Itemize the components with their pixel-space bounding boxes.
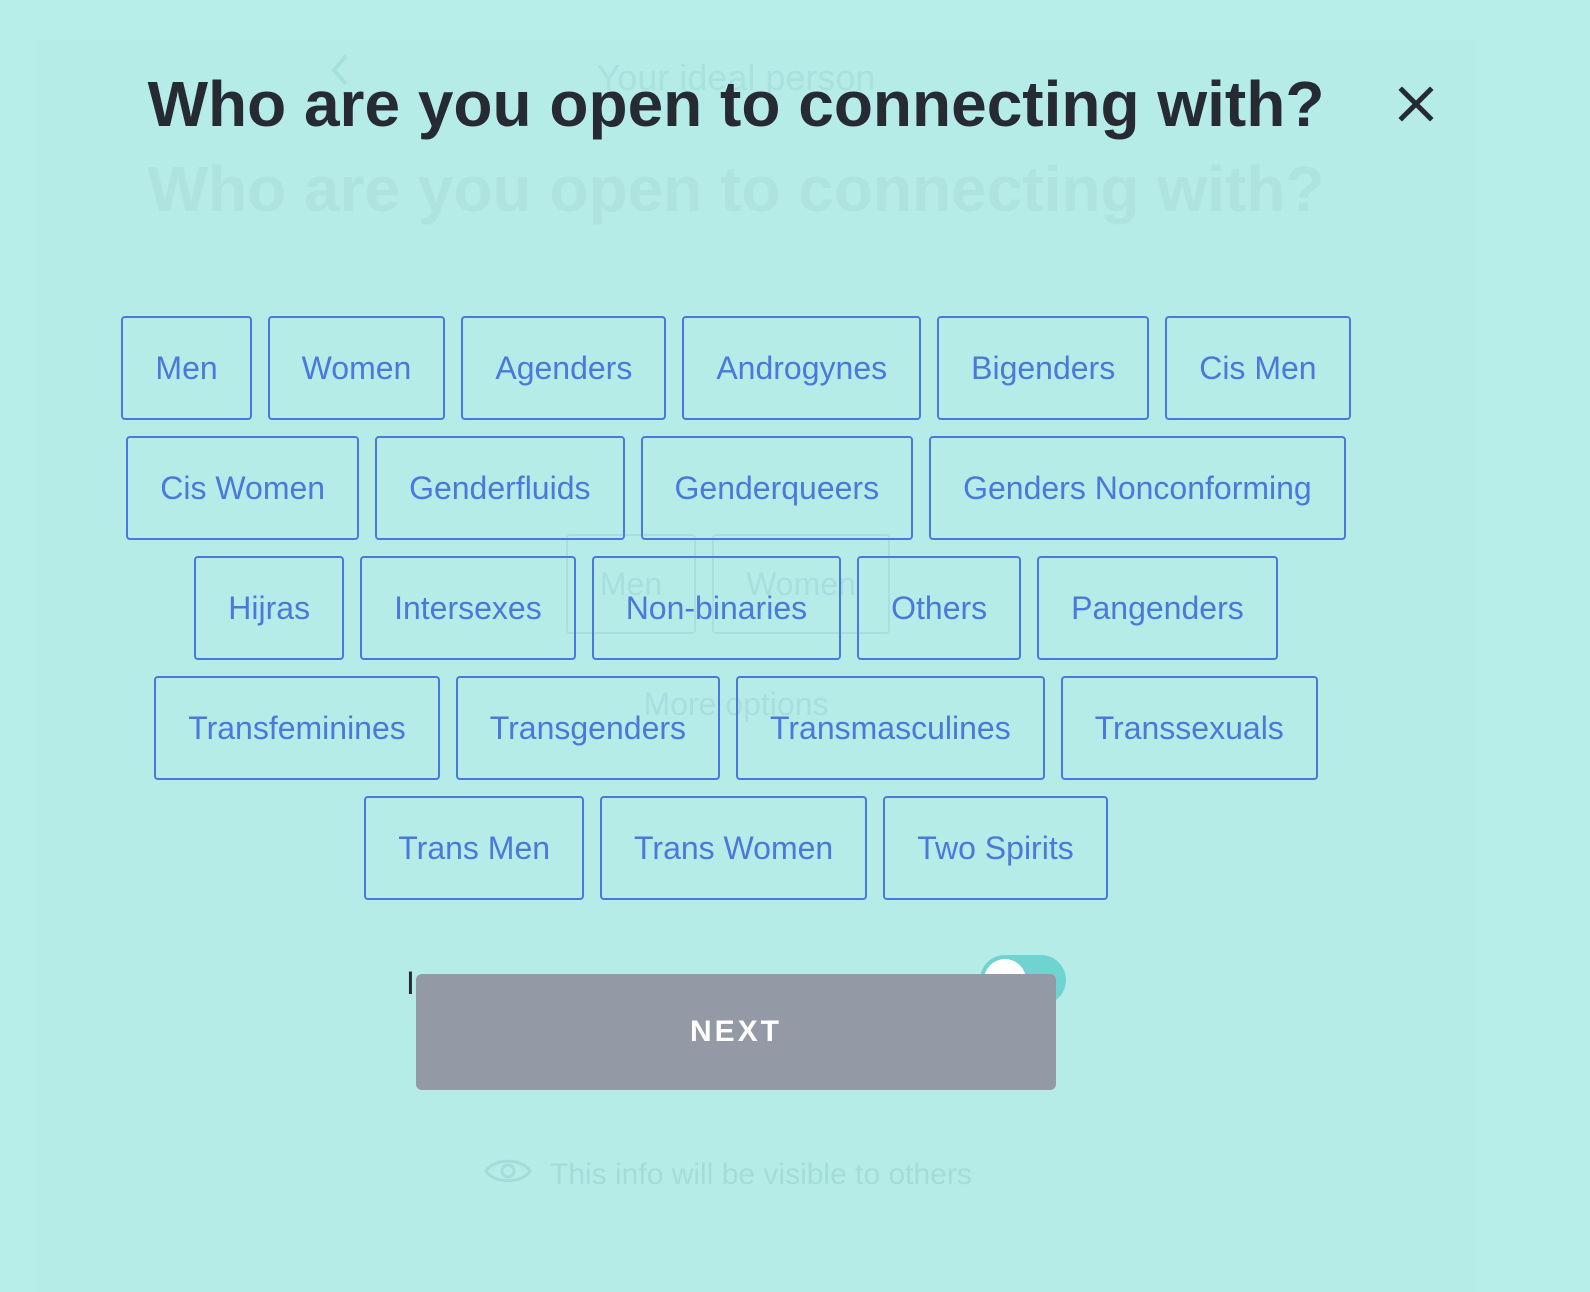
gender-options: Men Women Agenders Androgynes Bigenders …	[98, 316, 1374, 916]
option-transfeminines[interactable]: Transfeminines	[154, 676, 440, 780]
option-hijras[interactable]: Hijras	[194, 556, 345, 660]
option-genders-nonconforming[interactable]: Genders Nonconforming	[929, 436, 1346, 540]
options-row: Trans Men Trans Women Two Spirits	[98, 796, 1374, 900]
option-genderfluids[interactable]: Genderfluids	[375, 436, 625, 540]
options-row: Hijras Intersexes Non-binaries Others Pa…	[98, 556, 1374, 660]
close-button[interactable]	[1390, 80, 1442, 132]
options-row: Cis Women Genderfluids Genderqueers Gend…	[98, 436, 1374, 540]
option-non-binaries[interactable]: Non-binaries	[591, 556, 842, 660]
next-button[interactable]: NEXT	[416, 974, 1056, 1090]
option-transmasculines[interactable]: Transmasculines	[736, 676, 1045, 780]
option-pangenders[interactable]: Pangenders	[1037, 556, 1278, 660]
option-cis-men[interactable]: Cis Men	[1165, 316, 1351, 420]
close-icon	[1398, 85, 1434, 127]
option-trans-men[interactable]: Trans Men	[364, 796, 585, 900]
option-others[interactable]: Others	[857, 556, 1022, 660]
option-two-spirits[interactable]: Two Spirits	[883, 796, 1108, 900]
visibility-text: This info will be visible to others	[550, 1158, 972, 1191]
eye-icon	[484, 1156, 532, 1194]
background-heading: Who are you open to connecting with?	[147, 153, 1325, 225]
option-women[interactable]: Women	[267, 316, 446, 420]
background-toggle-label: I	[406, 965, 415, 1001]
options-row: Men Women Agenders Androgynes Bigenders …	[98, 316, 1374, 420]
option-agenders[interactable]: Agenders	[461, 316, 667, 420]
option-cis-women[interactable]: Cis Women	[126, 436, 360, 540]
option-men[interactable]: Men	[121, 316, 252, 420]
option-transsexuals[interactable]: Transsexuals	[1060, 676, 1318, 780]
option-transgenders[interactable]: Transgenders	[455, 676, 721, 780]
option-bigenders[interactable]: Bigenders	[937, 316, 1150, 420]
options-row: Transfeminines Transgenders Transmasculi…	[98, 676, 1374, 780]
option-genderqueers[interactable]: Genderqueers	[640, 436, 914, 540]
visibility-note: This info will be visible to others	[484, 1156, 972, 1194]
option-androgynes[interactable]: Androgynes	[682, 316, 922, 420]
option-trans-women[interactable]: Trans Women	[600, 796, 868, 900]
option-intersexes[interactable]: Intersexes	[360, 556, 576, 660]
modal-title: Who are you open to connecting with?	[147, 68, 1325, 140]
